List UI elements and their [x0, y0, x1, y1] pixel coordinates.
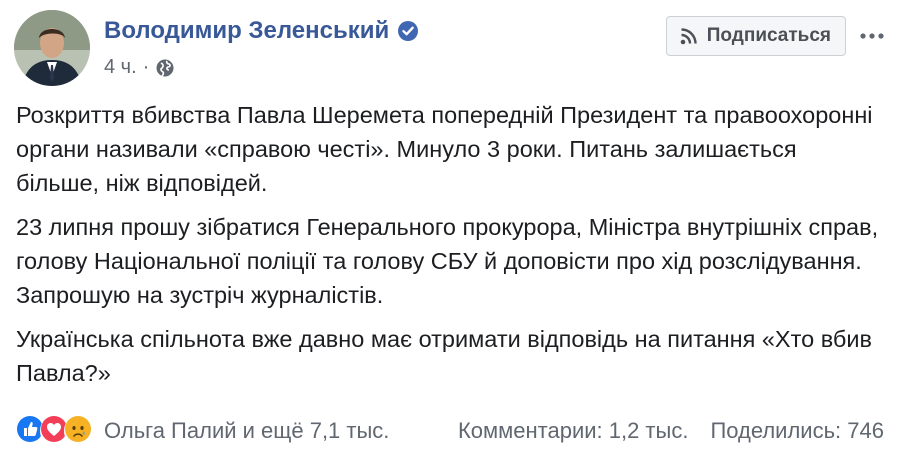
- verified-badge-icon: [397, 20, 419, 42]
- post-paragraph: Українська спільнота вже давно має отрим…: [16, 326, 872, 386]
- post-paragraph: 23 липня прошу зібратися Генерального пр…: [16, 214, 879, 308]
- post-paragraph: Розкриття вбивства Павла Шеремета попере…: [16, 102, 873, 196]
- post-text: Розкриття вбивства Павла Шеремета попере…: [16, 98, 884, 400]
- reaction-icons[interactable]: [16, 415, 96, 447]
- globe-icon[interactable]: [155, 58, 175, 78]
- reactors-count[interactable]: Ольга Палий и ещё 7,1 тыс.: [104, 418, 389, 444]
- shares-count[interactable]: Поделились: 746: [710, 418, 884, 444]
- post-header: Володимир Зеленський 4 ч. · Подписаться: [14, 10, 886, 90]
- comments-count[interactable]: Комментарии: 1,2 тыс.: [458, 418, 688, 444]
- subscribe-label: Подписаться: [706, 25, 831, 46]
- post-timestamp[interactable]: 4 ч.: [104, 56, 137, 79]
- subscribe-button[interactable]: Подписаться: [665, 16, 846, 56]
- author-avatar[interactable]: [14, 10, 90, 86]
- author-name[interactable]: Володимир Зеленський: [104, 16, 389, 46]
- post-meta: 4 ч. ·: [104, 56, 175, 79]
- meta-separator: ·: [142, 56, 150, 78]
- post-footer: Ольга Палий и ещё 7,1 тыс. Комментарии: …: [16, 412, 884, 450]
- sad-icon[interactable]: [64, 415, 96, 447]
- more-options-icon[interactable]: [858, 22, 886, 50]
- author-row: Володимир Зеленський: [104, 16, 419, 46]
- rss-icon: [679, 26, 699, 46]
